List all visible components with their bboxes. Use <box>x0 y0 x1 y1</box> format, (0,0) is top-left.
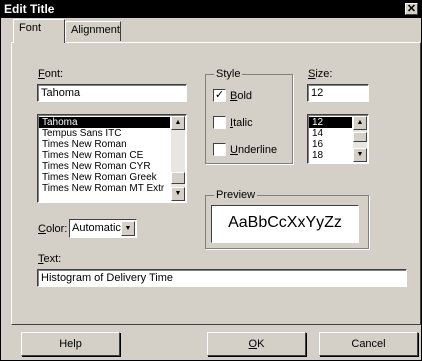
tab-font[interactable]: Font <box>13 19 65 43</box>
scroll-thumb[interactable] <box>353 132 367 142</box>
font-listbox[interactable]: Tahoma Tempus Sans ITC Times New Roman T… <box>37 114 187 203</box>
font-name-input[interactable]: Tahoma <box>37 84 187 102</box>
scroll-up-icon[interactable]: ▲ <box>353 116 367 130</box>
font-label: Font: <box>38 68 64 80</box>
list-item[interactable]: 14 <box>309 128 352 139</box>
title-bar: Edit Title ✕ <box>1 1 421 18</box>
ok-button[interactable]: OK <box>207 332 306 356</box>
list-item[interactable]: Times New Roman Greek <box>39 172 170 183</box>
color-select-value: Automatic <box>72 222 121 234</box>
list-item[interactable]: 12 <box>309 117 352 128</box>
size-list-scrollbar[interactable]: ▲ ▼ <box>353 116 367 162</box>
list-item[interactable]: 18 <box>309 150 352 161</box>
scroll-up-icon[interactable]: ▲ <box>171 116 185 130</box>
list-item[interactable]: 16 <box>309 139 352 150</box>
window-title: Edit Title <box>4 2 55 16</box>
color-select[interactable]: Automatic ▼ <box>69 219 137 238</box>
color-label: Color: <box>38 223 68 235</box>
title-text-input[interactable]: Histogram of Delivery Time <box>37 269 407 287</box>
list-item[interactable]: Tahoma <box>39 117 170 128</box>
list-item[interactable]: Times New Roman <box>39 139 170 150</box>
tab-font-label: Font <box>19 22 42 34</box>
text-label: Text: <box>38 253 62 265</box>
tab-alignment[interactable]: Alignment <box>65 21 121 41</box>
edit-title-dialog: Edit Title ✕ Font Alignment Font: Tahoma… <box>0 0 422 361</box>
italic-label[interactable]: Italic <box>230 117 253 130</box>
style-group-title: Style <box>214 68 243 80</box>
scroll-down-icon[interactable]: ▼ <box>353 148 367 162</box>
underline-label[interactable]: Underline <box>230 144 277 157</box>
list-item[interactable]: Times New Roman CE <box>39 150 170 161</box>
check-icon: ✓ <box>214 89 225 101</box>
close-icon[interactable]: ✕ <box>405 3 418 15</box>
size-input[interactable]: 12 <box>307 84 369 102</box>
italic-checkbox[interactable] <box>213 116 226 129</box>
help-button[interactable]: Help <box>21 332 120 356</box>
preview-sample: AaBbCcXxYyZz <box>211 205 359 243</box>
list-item[interactable]: Times New Roman MT Extr <box>39 183 170 194</box>
size-listbox[interactable]: 12 14 16 18 ▲ ▼ <box>307 114 369 164</box>
scroll-thumb[interactable] <box>171 172 185 184</box>
size-label: Size: <box>308 68 333 80</box>
list-item[interactable]: Tempus Sans ITC <box>39 128 170 139</box>
list-item[interactable]: Times New Roman CYR <box>39 161 170 172</box>
tab-alignment-label: Alignment <box>71 24 120 36</box>
underline-checkbox[interactable] <box>213 143 226 156</box>
preview-group-title: Preview <box>214 189 258 201</box>
bold-label[interactable]: Bold <box>230 90 252 103</box>
chevron-down-icon[interactable]: ▼ <box>121 221 135 236</box>
font-list-scrollbar[interactable]: ▲ ▼ <box>171 116 185 201</box>
bold-checkbox[interactable]: ✓ <box>213 89 226 102</box>
cancel-button[interactable]: Cancel <box>319 332 418 356</box>
scroll-down-icon[interactable]: ▼ <box>171 187 185 201</box>
